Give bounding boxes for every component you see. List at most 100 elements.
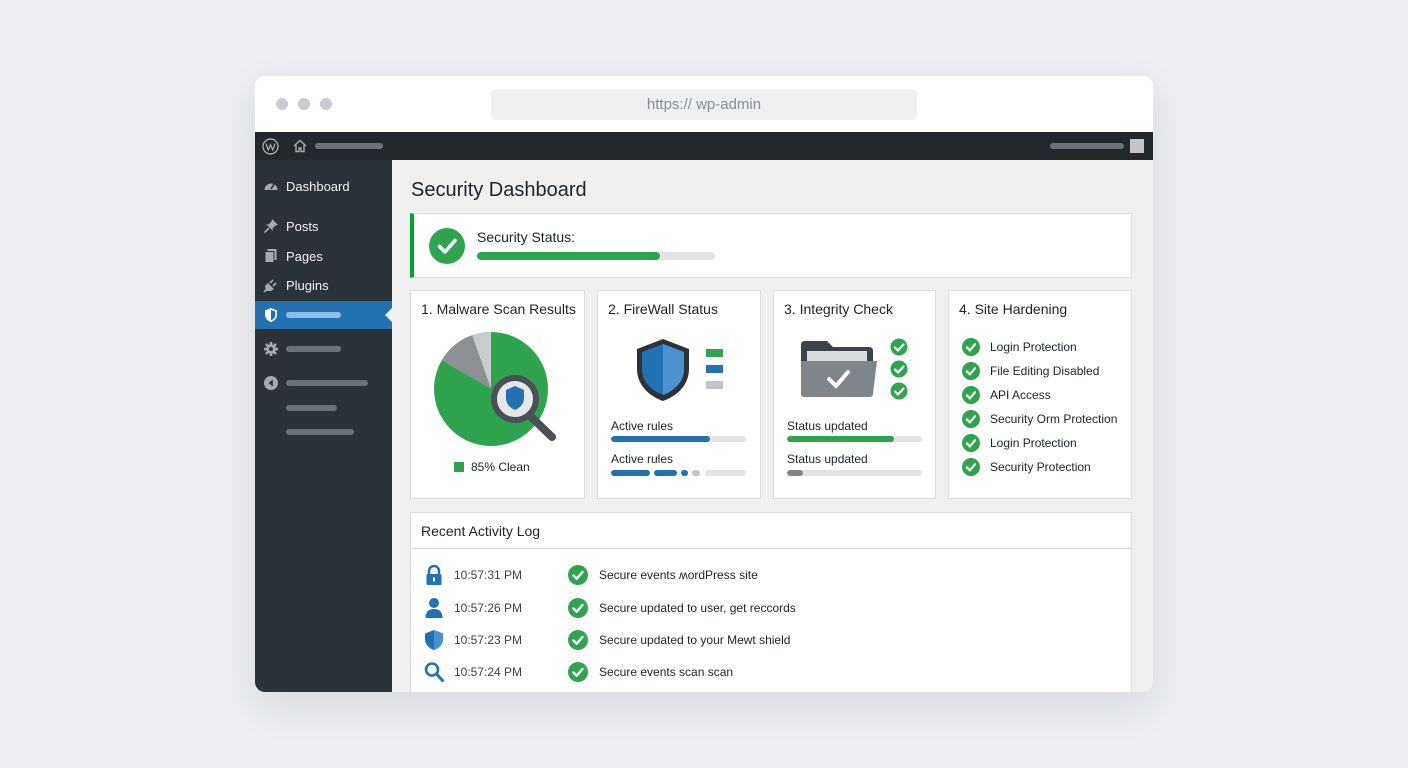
submenu-item-placeholder[interactable] — [286, 405, 337, 411]
log-time: 10:57:31 PM — [454, 568, 523, 582]
admin-sidebar: Dashboard Posts Pages Plugins — [255, 160, 392, 692]
sidebar-item-settings[interactable] — [255, 335, 392, 363]
site-hardening-card: 4. Site Hardening Login Protection File E… — [948, 290, 1132, 499]
sidebar-item-label: Pages — [286, 249, 323, 264]
sidebar-item-dashboard[interactable]: Dashboard — [255, 172, 392, 200]
firewall-status-card: 2. FireWall Status Active rules Active r… — [597, 290, 761, 499]
account-name-placeholder[interactable] — [1050, 143, 1124, 149]
integrity-row-label: Status updated — [787, 419, 868, 433]
hardening-item-label: Security Orm Protection — [990, 412, 1118, 426]
check-icon — [962, 434, 980, 452]
wordpress-logo-icon[interactable] — [262, 138, 279, 155]
search-icon — [424, 662, 444, 682]
status-check-icon — [429, 228, 465, 264]
sidebar-item-label: Dashboard — [286, 179, 350, 194]
firewall-rules-segments — [611, 470, 746, 476]
home-icon[interactable] — [293, 139, 307, 153]
log-time: 10:57:26 PM — [454, 601, 523, 615]
page-title: Security Dashboard — [411, 179, 587, 201]
log-row[interactable]: 10:57:24 PM Secure events scan scan — [411, 661, 1131, 683]
card-title: 3. Integrity Check — [784, 301, 893, 317]
window-close-dot[interactable] — [276, 98, 288, 110]
hardening-item-label: Login Protection — [990, 436, 1077, 450]
segment — [692, 470, 700, 476]
card-title: 1. Malware Scan Results — [421, 301, 576, 317]
check-icon — [568, 630, 588, 650]
hardening-item-label: File Editing Disabled — [990, 364, 1100, 378]
malware-pie-chart — [434, 332, 556, 446]
malware-scan-card: 1. Malware Scan Results 85% Clean — [410, 290, 585, 499]
gear-icon — [264, 342, 278, 356]
integrity-check-card: 3. Integrity Check Status updated Status… — [773, 290, 936, 499]
log-message: Secure events ʍordPress site — [599, 568, 758, 582]
firewall-rules-progress — [611, 436, 746, 442]
shield-icon — [425, 630, 443, 650]
folder-check-icon — [801, 341, 877, 397]
security-status-progress — [477, 252, 715, 260]
admin-bar — [255, 132, 1153, 160]
check-icon — [962, 458, 980, 476]
site-name-placeholder[interactable] — [315, 143, 383, 149]
sidebar-item-security[interactable] — [255, 301, 392, 329]
shield-icon — [265, 308, 277, 322]
activity-log-title: Recent Activity Log — [421, 523, 541, 539]
hardening-item: File Editing Disabled — [962, 362, 1132, 380]
check-icon — [962, 410, 980, 428]
sidebar-item-posts[interactable]: Posts — [255, 212, 392, 240]
log-time: 10:57:23 PM — [454, 633, 523, 647]
log-row[interactable]: 10:57:23 PM Secure updated to your Mewt … — [411, 629, 1131, 651]
window-maximize-dot[interactable] — [320, 98, 332, 110]
hardening-item-label: Security Protection — [990, 460, 1091, 474]
rule-indicator-gray — [706, 381, 723, 389]
check-icon — [568, 662, 588, 682]
check-icon — [962, 338, 980, 356]
progress-fill — [787, 436, 894, 442]
log-message: Secure events scan scan — [599, 665, 734, 679]
card-title: 2. FireWall Status — [608, 301, 718, 317]
integrity-checks-icon — [890, 338, 908, 400]
pages-icon — [264, 249, 277, 263]
avatar[interactable] — [1130, 139, 1144, 153]
user-icon — [425, 598, 443, 618]
firewall-shield-icon — [637, 339, 689, 401]
integrity-progress-1 — [787, 436, 922, 442]
hardening-item: Login Protection — [962, 434, 1132, 452]
sidebar-item-label-placeholder — [286, 380, 368, 386]
hardening-item: Security Protection — [962, 458, 1132, 476]
integrity-progress-2 — [787, 470, 922, 476]
address-bar[interactable]: https:// wp-admin — [491, 89, 917, 120]
submenu-item-placeholder[interactable] — [286, 429, 354, 435]
legend-swatch — [454, 462, 464, 472]
sidebar-item-pages[interactable]: Pages — [255, 242, 392, 270]
legend-label: 85% Clean — [471, 460, 530, 474]
firewall-row-label: Active rules — [611, 419, 674, 433]
pin-icon — [263, 219, 278, 234]
check-icon — [962, 362, 980, 380]
segment — [654, 470, 677, 476]
sidebar-item-label: Posts — [286, 219, 319, 234]
sidebar-item-plugins[interactable]: Plugins — [255, 271, 392, 299]
sidebar-item-label-placeholder — [286, 312, 341, 318]
segment — [681, 470, 688, 476]
progress-fill — [787, 470, 804, 476]
check-icon — [568, 598, 588, 618]
collapse-arrow-icon — [264, 376, 278, 390]
card-title: 4. Site Hardening — [959, 301, 1068, 317]
segment — [705, 470, 746, 476]
log-row[interactable]: 10:57:31 PM Secure events ʍordPress site — [411, 564, 1131, 586]
sidebar-item-collapse[interactable] — [255, 369, 392, 397]
hardening-item-label: Login Protection — [990, 340, 1077, 354]
browser-chrome: https:// wp-admin — [255, 76, 1153, 132]
log-time: 10:57:24 PM — [454, 665, 523, 679]
integrity-row-label: Status updated — [787, 452, 868, 466]
lock-icon — [426, 564, 442, 585]
main-content: Security Dashboard Security Status: 1. M… — [392, 160, 1153, 692]
log-message: Secure updated to your Mewt shield — [599, 633, 791, 647]
check-icon — [568, 565, 588, 585]
sidebar-item-label-placeholder — [286, 346, 341, 352]
window-minimize-dot[interactable] — [298, 98, 310, 110]
hardening-item-label: API Access — [990, 388, 1051, 402]
browser-window: https:// wp-admin Dashboard Posts Pages … — [255, 76, 1153, 692]
security-status-label: Security Status: — [477, 229, 576, 245]
log-row[interactable]: 10:57:26 PM Secure updated to user, get … — [411, 597, 1131, 619]
